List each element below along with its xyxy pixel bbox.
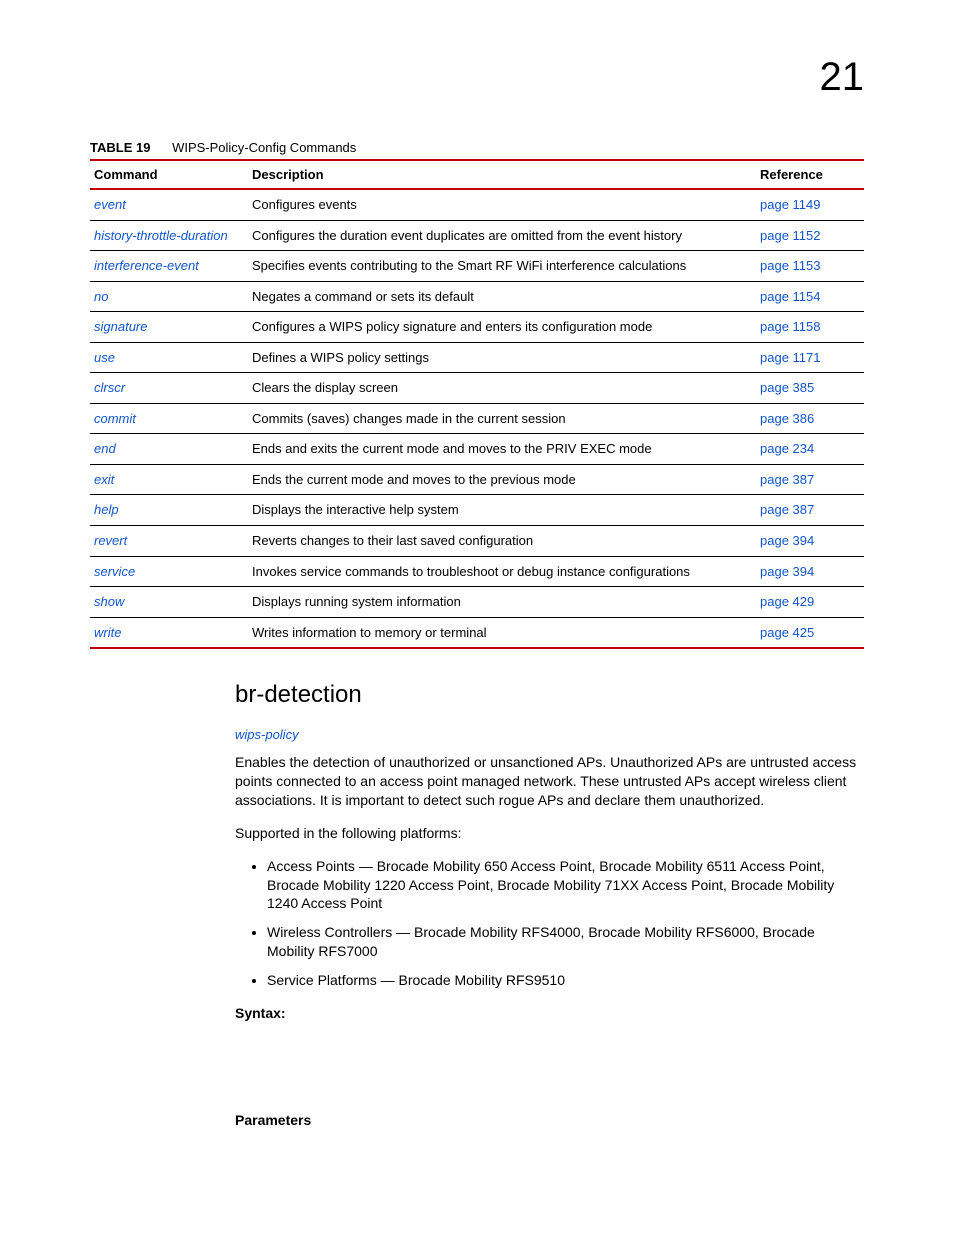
page-reference-link[interactable]: page 1171: [760, 350, 821, 365]
table-row: clrscr Clears the display screen page 385: [90, 373, 864, 404]
table-row: help Displays the interactive help system…: [90, 495, 864, 526]
command-link[interactable]: interference-event: [94, 258, 199, 273]
table-header-reference: Reference: [756, 160, 864, 189]
command-link[interactable]: signature: [94, 319, 147, 334]
command-description: Invokes service commands to troubleshoot…: [248, 556, 756, 587]
supported-label: Supported in the following platforms:: [235, 824, 864, 843]
page-reference-link[interactable]: page 1153: [760, 258, 821, 273]
command-description: Specifies events contributing to the Sma…: [248, 251, 756, 282]
command-link[interactable]: event: [94, 197, 126, 212]
section-title: br-detection: [235, 679, 864, 711]
page-reference-link[interactable]: page 385: [760, 380, 814, 395]
page-reference-link[interactable]: page 386: [760, 411, 814, 426]
command-link[interactable]: clrscr: [94, 380, 125, 395]
page-reference-link[interactable]: page 1158: [760, 319, 821, 334]
command-link[interactable]: show: [94, 594, 124, 609]
command-link[interactable]: help: [94, 502, 119, 517]
platform-item: Access Points — Brocade Mobility 650 Acc…: [267, 857, 864, 914]
table-row: interference-event Specifies events contr…: [90, 251, 864, 282]
table-header-command: Command: [90, 160, 248, 189]
platform-list: Access Points — Brocade Mobility 650 Acc…: [235, 857, 864, 990]
section-description: Enables the detection of unauthorized or…: [235, 753, 864, 810]
page-reference-link[interactable]: page 394: [760, 564, 814, 579]
page-reference-link[interactable]: page 1149: [760, 197, 821, 212]
table-row: end Ends and exits the current mode and m…: [90, 434, 864, 465]
syntax-heading: Syntax:: [235, 1004, 864, 1023]
command-description: Clears the display screen: [248, 373, 756, 404]
command-description: Configures the duration event duplicates…: [248, 220, 756, 251]
page-reference-link[interactable]: page 1152: [760, 228, 821, 243]
command-description: Displays the interactive help system: [248, 495, 756, 526]
table-row: exit Ends the current mode and moves to t…: [90, 464, 864, 495]
page-reference-link[interactable]: page 394: [760, 533, 814, 548]
page-reference-link[interactable]: page 425: [760, 625, 814, 640]
command-link[interactable]: service: [94, 564, 135, 579]
command-description: Configures a WIPS policy signature and e…: [248, 312, 756, 343]
command-link[interactable]: commit: [94, 411, 136, 426]
command-link[interactable]: no: [94, 289, 108, 304]
page-reference-link[interactable]: page 1154: [760, 289, 821, 304]
table-row: revert Reverts changes to their last save…: [90, 526, 864, 557]
table-row: no Negates a command or sets its default p…: [90, 281, 864, 312]
table-row: history-throttle-duration Configures the …: [90, 220, 864, 251]
table-title: WIPS-Policy-Config Commands: [172, 140, 356, 155]
page-reference-link[interactable]: page 429: [760, 594, 814, 609]
command-description: Writes information to memory or terminal: [248, 617, 756, 648]
command-description: Configures events: [248, 189, 756, 220]
command-link[interactable]: revert: [94, 533, 127, 548]
page-reference-link[interactable]: page 387: [760, 472, 814, 487]
command-link[interactable]: write: [94, 625, 121, 640]
table-row: use Defines a WIPS policy settings page 11…: [90, 342, 864, 373]
command-description: Negates a command or sets its default: [248, 281, 756, 312]
platform-item: Service Platforms — Brocade Mobility RFS…: [267, 971, 864, 990]
parameters-heading: Parameters: [235, 1111, 864, 1130]
chapter-number: 21: [820, 55, 865, 100]
commands-table: Command Description Reference event Confi…: [90, 159, 864, 649]
table-caption: TABLE 19 WIPS-Policy-Config Commands: [90, 140, 864, 155]
command-link[interactable]: use: [94, 350, 115, 365]
command-link[interactable]: exit: [94, 472, 114, 487]
command-description: Displays running system information: [248, 587, 756, 618]
page-reference-link[interactable]: page 387: [760, 502, 814, 517]
table-row: commit Commits (saves) changes made in th…: [90, 403, 864, 434]
table-row: event Configures events page 1149: [90, 189, 864, 220]
context-link[interactable]: wips-policy: [235, 726, 864, 744]
table-row: service Invokes service commands to troub…: [90, 556, 864, 587]
command-link[interactable]: end: [94, 441, 116, 456]
table-row: show Displays running system information p…: [90, 587, 864, 618]
command-description: Commits (saves) changes made in the curr…: [248, 403, 756, 434]
table-row: write Writes information to memory or ter…: [90, 617, 864, 648]
table-row: signature Configures a WIPS policy signat…: [90, 312, 864, 343]
page-reference-link[interactable]: page 234: [760, 441, 814, 456]
command-description: Defines a WIPS policy settings: [248, 342, 756, 373]
command-link[interactable]: history-throttle-duration: [94, 228, 228, 243]
command-description: Reverts changes to their last saved conf…: [248, 526, 756, 557]
command-description: Ends the current mode and moves to the p…: [248, 464, 756, 495]
command-description: Ends and exits the current mode and move…: [248, 434, 756, 465]
table-header-description: Description: [248, 160, 756, 189]
platform-item: Wireless Controllers — Brocade Mobility …: [267, 923, 864, 961]
table-label: TABLE 19: [90, 140, 150, 155]
